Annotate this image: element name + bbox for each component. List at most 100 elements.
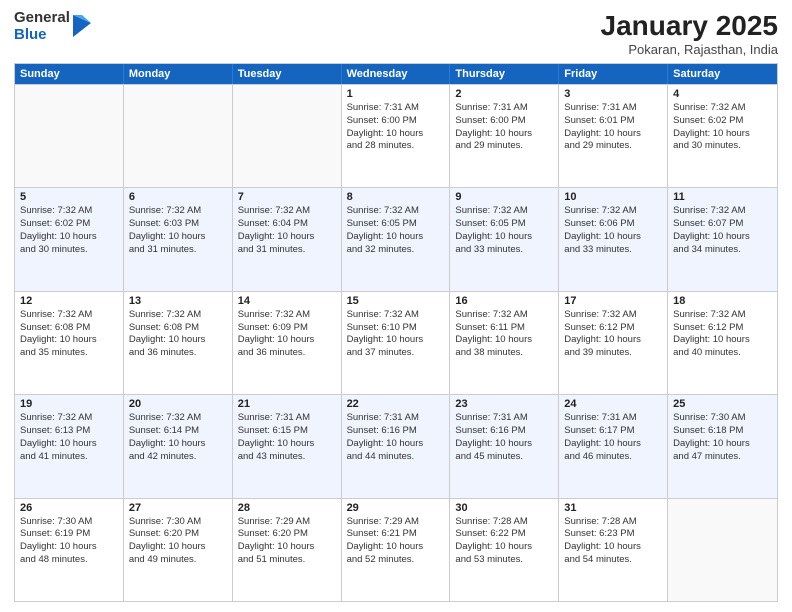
day-number: 31	[564, 502, 662, 514]
cell-line: and 45 minutes.	[455, 451, 553, 464]
cell-line: and 32 minutes.	[347, 244, 445, 257]
cell-line: Daylight: 10 hours	[238, 231, 336, 244]
cell-line: and 33 minutes.	[564, 244, 662, 257]
cell-line: Sunset: 6:20 PM	[129, 528, 227, 541]
calendar-cell-19: 19Sunrise: 7:32 AMSunset: 6:13 PMDayligh…	[15, 395, 124, 497]
cell-line: Daylight: 10 hours	[20, 438, 118, 451]
cell-line: and 31 minutes.	[129, 244, 227, 257]
cell-line: Sunrise: 7:32 AM	[347, 309, 445, 322]
day-number: 22	[347, 398, 445, 410]
cell-line: Daylight: 10 hours	[238, 541, 336, 554]
cell-line: Sunrise: 7:30 AM	[20, 516, 118, 529]
cell-line: and 29 minutes.	[564, 140, 662, 153]
cell-line: Daylight: 10 hours	[673, 231, 772, 244]
cell-line: Sunrise: 7:32 AM	[129, 309, 227, 322]
calendar-cell-15: 15Sunrise: 7:32 AMSunset: 6:10 PMDayligh…	[342, 292, 451, 394]
day-number: 19	[20, 398, 118, 410]
cell-line: Sunrise: 7:31 AM	[238, 412, 336, 425]
cell-line: Sunrise: 7:30 AM	[129, 516, 227, 529]
cell-line: and 36 minutes.	[238, 347, 336, 360]
cell-line: Sunset: 6:05 PM	[347, 218, 445, 231]
cell-line: Daylight: 10 hours	[347, 128, 445, 141]
calendar-cell-1: 1Sunrise: 7:31 AMSunset: 6:00 PMDaylight…	[342, 85, 451, 187]
cell-line: Sunset: 6:12 PM	[673, 322, 772, 335]
cell-line: and 41 minutes.	[20, 451, 118, 464]
title-block: January 2025 Pokaran, Rajasthan, India	[601, 10, 778, 57]
day-number: 17	[564, 295, 662, 307]
cell-line: Sunrise: 7:32 AM	[673, 102, 772, 115]
day-number: 14	[238, 295, 336, 307]
cell-line: Sunrise: 7:32 AM	[347, 205, 445, 218]
calendar-cell-5: 5Sunrise: 7:32 AMSunset: 6:02 PMDaylight…	[15, 188, 124, 290]
calendar-cell-24: 24Sunrise: 7:31 AMSunset: 6:17 PMDayligh…	[559, 395, 668, 497]
cell-line: Sunset: 6:09 PM	[238, 322, 336, 335]
calendar-cell-22: 22Sunrise: 7:31 AMSunset: 6:16 PMDayligh…	[342, 395, 451, 497]
day-number: 2	[455, 88, 553, 100]
cell-line: Sunrise: 7:31 AM	[564, 412, 662, 425]
day-number: 12	[20, 295, 118, 307]
day-number: 26	[20, 502, 118, 514]
cell-line: and 42 minutes.	[129, 451, 227, 464]
cell-line: and 31 minutes.	[238, 244, 336, 257]
logo-icon	[73, 15, 91, 37]
cell-line: Sunset: 6:23 PM	[564, 528, 662, 541]
day-number: 9	[455, 191, 553, 203]
cell-line: and 34 minutes.	[673, 244, 772, 257]
cell-line: Daylight: 10 hours	[129, 541, 227, 554]
cell-line: Sunset: 6:02 PM	[20, 218, 118, 231]
cell-line: and 53 minutes.	[455, 554, 553, 567]
calendar-cell-3: 3Sunrise: 7:31 AMSunset: 6:01 PMDaylight…	[559, 85, 668, 187]
calendar-cell-29: 29Sunrise: 7:29 AMSunset: 6:21 PMDayligh…	[342, 499, 451, 601]
cell-line: and 35 minutes.	[20, 347, 118, 360]
calendar-row-2: 12Sunrise: 7:32 AMSunset: 6:08 PMDayligh…	[15, 291, 777, 394]
calendar-cell-11: 11Sunrise: 7:32 AMSunset: 6:07 PMDayligh…	[668, 188, 777, 290]
day-number: 1	[347, 88, 445, 100]
cell-line: Daylight: 10 hours	[238, 438, 336, 451]
day-number: 13	[129, 295, 227, 307]
cell-line: Sunset: 6:11 PM	[455, 322, 553, 335]
cell-line: and 28 minutes.	[347, 140, 445, 153]
calendar: SundayMondayTuesdayWednesdayThursdayFrid…	[14, 63, 778, 602]
calendar-cell-8: 8Sunrise: 7:32 AMSunset: 6:05 PMDaylight…	[342, 188, 451, 290]
calendar-cell-18: 18Sunrise: 7:32 AMSunset: 6:12 PMDayligh…	[668, 292, 777, 394]
calendar-row-0: 1Sunrise: 7:31 AMSunset: 6:00 PMDaylight…	[15, 84, 777, 187]
calendar-cell-25: 25Sunrise: 7:30 AMSunset: 6:18 PMDayligh…	[668, 395, 777, 497]
cell-line: Sunrise: 7:31 AM	[347, 412, 445, 425]
day-number: 30	[455, 502, 553, 514]
day-number: 18	[673, 295, 772, 307]
cell-line: Sunset: 6:16 PM	[347, 425, 445, 438]
day-number: 4	[673, 88, 772, 100]
header-cell-sunday: Sunday	[15, 64, 124, 84]
cell-line: Sunrise: 7:32 AM	[564, 309, 662, 322]
day-number: 27	[129, 502, 227, 514]
calendar-cell-empty-4-6	[668, 499, 777, 601]
cell-line: Sunrise: 7:32 AM	[238, 205, 336, 218]
cell-line: Sunset: 6:19 PM	[20, 528, 118, 541]
logo-general: General	[14, 10, 70, 27]
cell-line: Daylight: 10 hours	[673, 128, 772, 141]
cell-line: Daylight: 10 hours	[347, 541, 445, 554]
day-number: 6	[129, 191, 227, 203]
cell-line: Daylight: 10 hours	[129, 231, 227, 244]
calendar-cell-empty-0-0	[15, 85, 124, 187]
cell-line: Daylight: 10 hours	[129, 438, 227, 451]
cell-line: Sunrise: 7:32 AM	[564, 205, 662, 218]
day-number: 11	[673, 191, 772, 203]
header-cell-thursday: Thursday	[450, 64, 559, 84]
cell-line: Daylight: 10 hours	[129, 334, 227, 347]
cell-line: Daylight: 10 hours	[564, 231, 662, 244]
calendar-cell-4: 4Sunrise: 7:32 AMSunset: 6:02 PMDaylight…	[668, 85, 777, 187]
cell-line: and 47 minutes.	[673, 451, 772, 464]
cell-line: Sunset: 6:13 PM	[20, 425, 118, 438]
cell-line: Daylight: 10 hours	[564, 438, 662, 451]
cell-line: Sunset: 6:08 PM	[20, 322, 118, 335]
cell-line: and 43 minutes.	[238, 451, 336, 464]
cell-line: Sunset: 6:00 PM	[347, 115, 445, 128]
calendar-row-1: 5Sunrise: 7:32 AMSunset: 6:02 PMDaylight…	[15, 187, 777, 290]
cell-line: and 48 minutes.	[20, 554, 118, 567]
calendar-cell-26: 26Sunrise: 7:30 AMSunset: 6:19 PMDayligh…	[15, 499, 124, 601]
cell-line: Sunrise: 7:32 AM	[455, 205, 553, 218]
cell-line: Sunrise: 7:32 AM	[20, 309, 118, 322]
cell-line: Sunrise: 7:32 AM	[673, 309, 772, 322]
cell-line: Daylight: 10 hours	[673, 438, 772, 451]
